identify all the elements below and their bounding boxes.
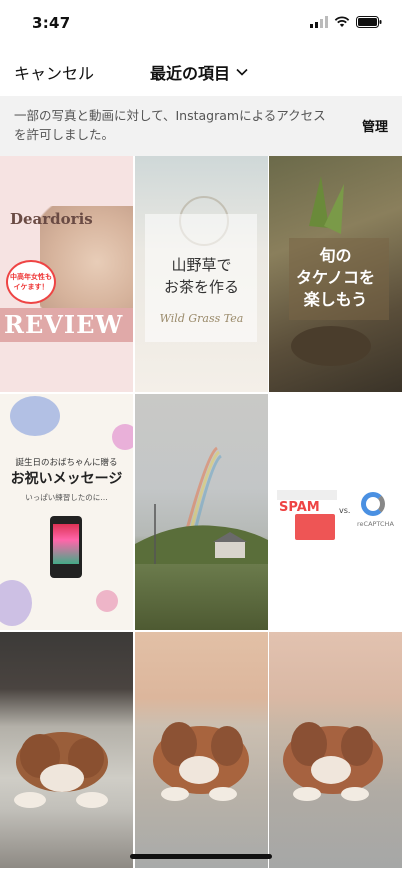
recaptcha-icon [361, 492, 385, 516]
envelope-shape [295, 514, 335, 540]
photo-title-line2: お茶を作る [163, 278, 239, 296]
photo-caption-text: REVIEW [4, 310, 124, 339]
photo-grid: Deardoris 中高年女性もイケます！ REVIEW 山野草で お茶を作る … [0, 156, 402, 869]
notice-text: 一部の写真と動画に対して、Instagramによるアクセスを許可しました。 [14, 108, 326, 142]
watercolor-blob [96, 590, 118, 612]
manage-button[interactable]: 管理 [362, 116, 388, 135]
photo-small-text: 誕生日のおばちゃんに贈る [15, 458, 118, 468]
permission-notice: 一部の写真と動画に対して、Instagramによるアクセスを許可しました。 管理 [0, 96, 402, 156]
photo-recaptcha-text: reCAPTCHA [357, 520, 394, 528]
album-selector[interactable]: 最近の項目 [150, 60, 248, 84]
status-icons [310, 16, 382, 28]
wifi-icon [334, 16, 350, 27]
battery-icon [356, 16, 382, 28]
photo-title-line1: 旬の [319, 246, 352, 265]
album-title: 最近の項目 [150, 64, 231, 83]
home-indicator[interactable] [130, 854, 272, 859]
watercolor-blob [112, 424, 133, 450]
watercolor-blob [10, 396, 60, 436]
photo-thumbnail-message[interactable]: 誕生日のおばちゃんに贈る お祝いメッセージ いっぱい練習したのに… [0, 394, 133, 630]
photo-spam-text: SPAM [279, 500, 320, 515]
photo-thumbnail-dog-2[interactable] [135, 632, 268, 868]
nav-bar: キャンセル 最近の項目 [0, 48, 402, 94]
status-bar: 3:47 [0, 0, 402, 48]
photo-thumbnail-spam[interactable]: SPAM vs. reCAPTCHA [269, 394, 402, 630]
photo-title-line3: 楽しもう [303, 290, 368, 309]
dog-shape [153, 722, 249, 801]
photo-thumbnail-dog-3[interactable] [269, 632, 402, 868]
photo-title-line2: タケノコを [295, 268, 376, 287]
dog-shape [14, 732, 108, 808]
photo-thumbnail-rainbow[interactable] [135, 394, 268, 630]
chevron-down-icon [236, 68, 248, 76]
photo-thumbnail-dog-1[interactable] [0, 632, 133, 868]
photo-badge-text: 中高年女性もイケます！ [6, 260, 56, 304]
photo-thumbnail-review[interactable]: Deardoris 中高年女性もイケます！ REVIEW [0, 156, 133, 392]
screenshot-strip [277, 490, 337, 500]
cancel-button[interactable]: キャンセル [14, 60, 94, 84]
dog-shape [283, 722, 383, 801]
phone-shape [50, 516, 82, 578]
status-time: 3:47 [32, 14, 71, 32]
photo-vs-text: vs. [339, 506, 351, 515]
rainbow-landscape [135, 446, 268, 564]
photo-tiny-text: いっぱい練習したのに… [25, 493, 108, 502]
photo-thumbnail-bamboo[interactable]: 旬の タケノコを 楽しもう [269, 156, 402, 392]
photo-title-text: お祝いメッセージ [10, 471, 123, 487]
photo-logo-text: Deardoris [10, 210, 93, 228]
signal-icon [310, 16, 328, 28]
photo-thumbnail-tea[interactable]: 山野草で お茶を作る Wild Grass Tea [135, 156, 268, 392]
photo-script-text: Wild Grass Tea [159, 312, 244, 325]
watercolor-blob [0, 580, 32, 626]
photo-title-line1: 山野草で [171, 256, 232, 274]
